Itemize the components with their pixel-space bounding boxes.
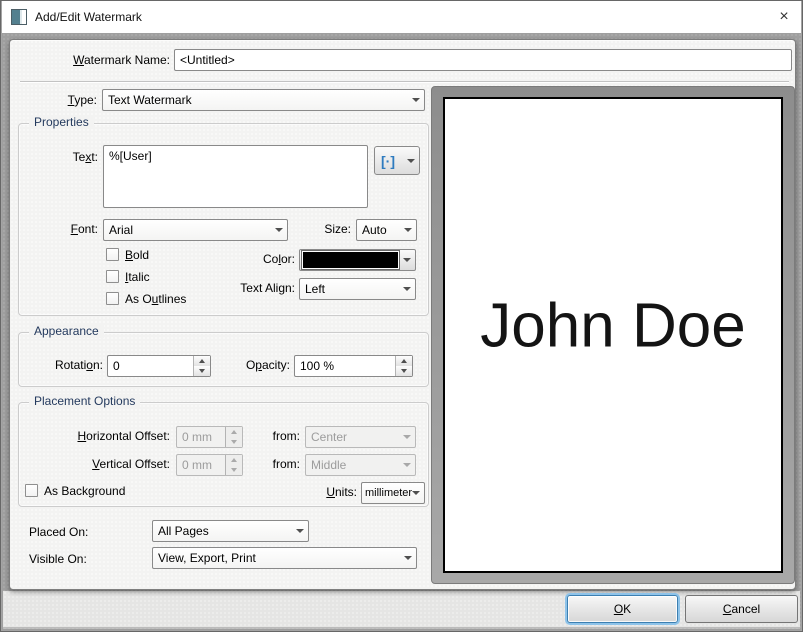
placed-on-label: Placed On: [29,525,88,540]
rotation-spinner[interactable]: 0 [107,355,211,377]
horizontal-offset-label: Horizontal Offset: [19,429,170,444]
close-button[interactable]: × [767,1,801,33]
horizontal-from-label: from: [250,429,300,444]
as-outlines-checkbox[interactable] [106,292,119,305]
chevron-down-icon [403,287,411,291]
vertical-offset-label: Vertical Offset: [19,457,170,472]
as-outlines-label: As Outlines [125,292,186,307]
text-label: Text: [19,150,98,165]
arrow-down-icon [231,468,237,472]
arrow-up-icon [231,430,237,434]
visible-on-label: Visible On: [29,552,87,567]
properties-group-title: Properties [29,115,94,129]
spin-down-button[interactable] [396,366,412,376]
spin-down-button [226,437,242,447]
watermark-name-label: Watermark Name: [10,53,170,68]
type-dropdown[interactable]: Text Watermark [102,89,425,111]
chevron-down-icon [296,529,304,533]
spin-up-button[interactable] [396,356,412,366]
color-label: Color: [199,252,295,267]
arrow-down-icon [231,440,237,444]
dialog-title: Add/Edit Watermark [35,10,142,24]
size-label: Size: [274,222,351,237]
arrow-up-icon [401,359,407,363]
button-row-background [3,591,800,629]
watermark-text-input[interactable]: %[User] [103,145,368,208]
as-background-label: As Background [44,484,125,499]
placement-options-group: Placement Options Horizontal Offset: 0 m… [18,402,429,507]
italic-label: Italic [125,270,150,285]
watermark-app-icon [11,9,27,25]
arrow-down-icon [401,369,407,373]
as-background-checkbox[interactable] [25,484,38,497]
bold-checkbox[interactable] [106,248,119,261]
vertical-offset-spinner: 0 mm [176,454,243,476]
preview-page: John Doe [443,97,783,573]
name-row-separator [20,81,789,83]
units-dropdown[interactable]: millimeter [361,482,425,504]
color-dropdown[interactable] [299,249,416,271]
spin-up-button [226,427,242,437]
visible-on-dropdown[interactable]: View, Export, Print [152,547,417,569]
chevron-down-icon [403,435,411,439]
color-swatch [302,251,399,269]
preview-watermark-text: John Doe [445,290,781,361]
arrow-up-icon [231,458,237,462]
opacity-label: Opacity: [199,358,290,373]
size-dropdown[interactable]: Auto [356,219,417,241]
cancel-button[interactable]: Cancel [685,595,798,623]
horizontal-from-dropdown: Center [305,426,416,448]
spin-up-button [226,455,242,465]
placement-options-group-title: Placement Options [29,394,140,408]
bold-label: Bold [125,248,149,263]
ok-button[interactable]: OK [567,595,678,623]
appearance-group-title: Appearance [29,324,104,338]
vertical-from-label: from: [250,457,300,472]
units-label: Units: [289,485,357,500]
watermark-preview: John Doe [431,86,795,584]
opacity-spinner[interactable]: 100 % [294,355,413,377]
text-align-label: Text Align: [199,281,295,296]
italic-checkbox[interactable] [106,270,119,283]
add-edit-watermark-dialog: Add/Edit Watermark × Watermark Name: Typ… [0,0,803,632]
chevron-down-icon [403,463,411,467]
font-label: Font: [19,222,98,237]
title-bar: Add/Edit Watermark × [2,1,801,33]
chevron-down-icon [404,228,412,232]
watermark-name-input[interactable] [174,49,792,71]
close-icon: × [779,8,788,26]
placed-on-dropdown[interactable]: All Pages [152,520,309,542]
chevron-down-icon [407,159,415,163]
chevron-down-icon [412,491,420,495]
macro-brackets-icon: [·] [381,154,407,168]
vertical-from-dropdown: Middle [305,454,416,476]
horizontal-offset-spinner: 0 mm [176,426,243,448]
properties-group: Properties Text: %[User] [·] Font: Arial… [18,123,429,316]
type-label: Type: [10,93,97,108]
chevron-down-icon [403,258,411,262]
main-form-panel: Watermark Name: Type: Text Watermark Joh… [9,39,796,590]
spin-down-button [226,465,242,475]
insert-macro-button[interactable]: [·] [374,146,420,175]
font-dropdown[interactable]: Arial [103,219,288,241]
text-align-dropdown[interactable]: Left [299,278,416,300]
rotation-label: Rotation: [19,358,103,373]
appearance-group: Appearance Rotation: 0 Opacity: 100 % [18,332,429,387]
chevron-down-icon [412,98,420,102]
chevron-down-icon [404,556,412,560]
